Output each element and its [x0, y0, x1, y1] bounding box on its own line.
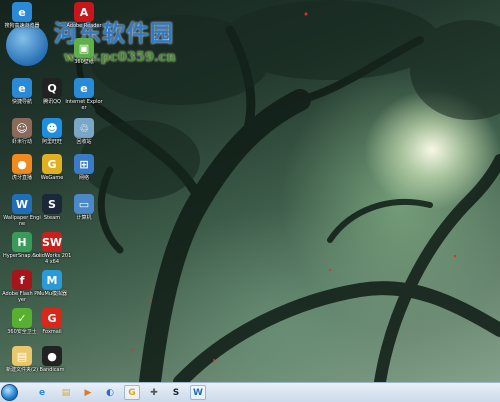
- desktop-icon-label: Adobe Reader: [66, 23, 102, 29]
- ie-taskbar-icon[interactable]: e: [34, 385, 50, 400]
- desktop-icon-label: 网络: [78, 175, 89, 181]
- solidworks-icon: SW: [42, 232, 62, 252]
- foxmail-icon: G: [42, 308, 62, 328]
- desktop-icon-label: Bandicam: [39, 367, 65, 373]
- desktop-icon-label: Foxmail: [42, 329, 62, 335]
- folder-icon: ▤: [12, 346, 32, 366]
- wallpaper-engine-icon: W: [12, 194, 32, 214]
- media-player-taskbar-icon[interactable]: ▶: [80, 385, 96, 400]
- qq-penguin-icon: Q: [42, 78, 62, 98]
- explorer-folder-taskbar-icon[interactable]: ▤: [58, 385, 74, 400]
- desktop-icon-label: Internet Explorer: [65, 99, 103, 111]
- desktop-icon[interactable]: SW SolidWorks 2014 x64: [32, 232, 72, 274]
- desktop-icon[interactable]: e Internet Explorer: [64, 78, 104, 120]
- desktop-icon[interactable]: ▭ 计算机: [64, 194, 104, 236]
- desktop-icon-label: 搜狗高速浏览器: [4, 23, 40, 29]
- sogou-browser-icon: e: [12, 2, 32, 22]
- wegame-icon: G: [42, 154, 62, 174]
- desktop-icon[interactable]: e 搜狗高速浏览器: [2, 2, 42, 44]
- desktop-icon[interactable]: ● Bandicam: [32, 346, 72, 382]
- desktop-wallpaper: 河东软件园 www.pc0359.cn e 搜狗高速浏览器 A Adobe Reade…: [0, 0, 500, 382]
- wallpaper-engine-taskbar-icon[interactable]: W: [190, 385, 206, 400]
- browser-taskbar-icon[interactable]: ◐: [102, 385, 118, 400]
- adobe-flash-icon: f: [12, 270, 32, 290]
- taskbar: e ▤ ▶ ◐ G ✚ S W: [0, 382, 500, 402]
- mumu-emulator-icon: M: [42, 270, 62, 290]
- desktop-icon[interactable]: M MuMu模拟器: [32, 270, 72, 312]
- wegame-taskbar-icon[interactable]: G: [124, 385, 140, 400]
- huya-live-icon: ●: [12, 154, 32, 174]
- desktop-icon-label: SolidWorks 2014 x64: [32, 253, 72, 265]
- desktop-icon[interactable]: G Foxmail: [32, 308, 72, 350]
- gamepad-taskbar-icon[interactable]: ✚: [146, 385, 162, 400]
- desktop-icon[interactable]: ⊞ 网络: [64, 154, 104, 196]
- steam-icon: S: [42, 194, 62, 214]
- game-character-icon: ☺: [12, 118, 32, 138]
- desktop-icon-label: MuMu模拟器: [37, 291, 67, 297]
- start-button[interactable]: [1, 384, 18, 401]
- desktop-icon-label: 计算机: [76, 215, 92, 221]
- computer-icon: ▭: [74, 194, 94, 214]
- 360-wallpaper-icon: ▣: [74, 38, 94, 58]
- recycle-bin-icon: ♲: [74, 118, 94, 138]
- hypersnap-icon: H: [12, 232, 32, 252]
- network-icon: ⊞: [74, 154, 94, 174]
- internet-explorer-icon: e: [74, 78, 94, 98]
- steam-taskbar-icon[interactable]: S: [168, 385, 184, 400]
- desktop-icon-label: 回收站: [76, 139, 92, 145]
- desktop-icon-label: 360壁纸: [74, 59, 94, 65]
- 360-safeguard-icon: ✓: [12, 308, 32, 328]
- aliwangwang-icon: ☻: [42, 118, 62, 138]
- bandicam-icon: ●: [42, 346, 62, 366]
- adobe-reader-icon: A: [74, 2, 94, 22]
- desktop-icon[interactable]: ▣ 360壁纸: [64, 38, 104, 80]
- quick-nav-ie-icon: e: [12, 78, 32, 98]
